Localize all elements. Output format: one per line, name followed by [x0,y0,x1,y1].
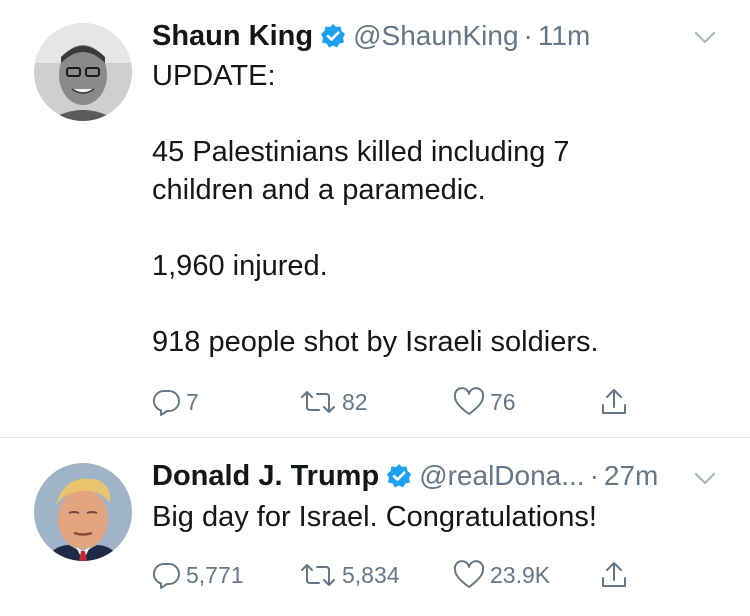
tweet-line: children and a paramedic. [152,174,486,206]
share-icon [602,562,626,587]
share-icon [602,389,626,414]
reply-count: 7 [186,388,199,415]
retweet-button[interactable]: 82 [298,384,368,420]
tweet[interactable]: Donald J. Trump @realDona... · 27m Big d… [0,438,750,616]
tweet-line: 1,960 injured. [152,250,328,282]
reply-button[interactable]: 5,771 [152,557,244,593]
like-count: 23.9K [490,561,551,588]
like-button[interactable]: 23.9K [452,557,550,593]
like-icon [453,560,485,588]
like-button[interactable]: 76 [452,384,516,420]
tweet-text: Big day for Israel. Congratulations! [152,498,712,536]
like-count: 76 [490,388,516,415]
tweet-actions: 5,771 5,834 23.9K [152,557,642,593]
verified-badge-icon [320,23,346,49]
tweet-line: Big day for Israel. Congratulations! [152,501,597,533]
separator-dot: · [589,460,599,491]
reply-button[interactable]: 7 [152,384,199,420]
verified-badge-icon [386,463,412,489]
reply-count: 5,771 [186,561,244,588]
separator-dot: · [523,20,533,51]
share-button[interactable] [599,557,633,593]
retweet-button[interactable]: 5,834 [298,557,400,593]
share-button[interactable] [599,384,633,420]
user-handle[interactable]: @ShaunKing [353,20,518,52]
tweet[interactable]: Shaun King @ShaunKing · 11m UPDATE: 45 P… [0,0,750,437]
retweet-icon [301,564,335,586]
tweet-header: Donald J. Trump @realDona... · 27m [152,456,658,496]
tweet-text: UPDATE: 45 Palestinians killed including… [152,57,712,361]
reply-icon [152,562,180,589]
like-icon [453,387,485,415]
tweet-line: UPDATE: [152,60,276,92]
retweet-icon [301,391,335,413]
tweet-line: 918 people shot by Israeli soldiers. [152,326,599,358]
display-name[interactable]: Donald J. Trump [152,460,379,493]
reply-icon [152,389,180,416]
tweet-header: Shaun King @ShaunKing · 11m [152,16,590,56]
chevron-down-icon[interactable] [693,471,717,487]
user-handle[interactable]: @realDona... [419,460,584,492]
timestamp[interactable]: 11m [538,20,590,52]
timestamp[interactable]: 27m [604,460,658,492]
avatar[interactable] [34,23,132,121]
retweet-count: 82 [342,388,368,415]
tweet-actions: 7 82 76 [152,384,642,420]
retweet-count: 5,834 [342,561,400,588]
tweet-line: 45 Palestinians killed including 7 [152,136,570,168]
chevron-down-icon[interactable] [693,30,717,46]
avatar[interactable] [34,463,132,561]
display-name[interactable]: Shaun King [152,20,313,53]
